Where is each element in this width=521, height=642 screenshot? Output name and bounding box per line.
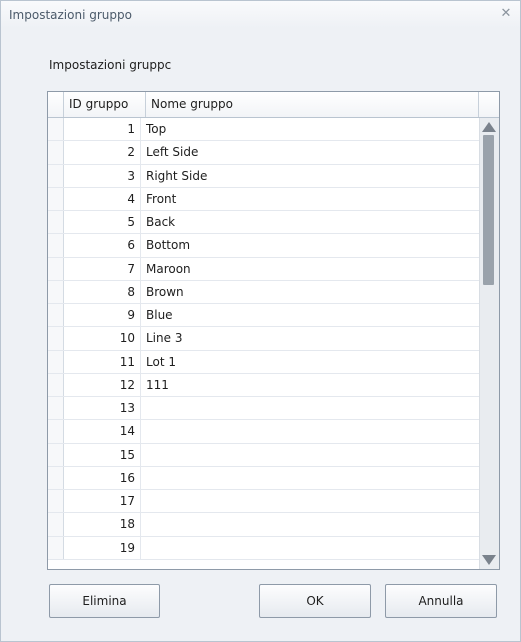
cell-group-id[interactable]: 9 xyxy=(64,304,141,327)
section-label: Impostazioni gruppc xyxy=(49,58,172,72)
cell-group-id[interactable]: 6 xyxy=(64,234,141,257)
row-selector[interactable] xyxy=(48,304,64,327)
row-selector[interactable] xyxy=(48,536,64,559)
row-selector[interactable] xyxy=(48,420,64,443)
table-row[interactable]: 2 Left Side xyxy=(48,141,479,165)
title-bar: Impostazioni gruppo ✕ xyxy=(1,1,520,28)
table-row[interactable]: 8 Brown xyxy=(48,280,479,304)
cell-group-id[interactable]: 1 xyxy=(64,118,141,141)
window-title: Impostazioni gruppo xyxy=(9,8,132,22)
cell-group-name[interactable]: Brown xyxy=(146,281,184,303)
cell-group-id[interactable]: 13 xyxy=(64,397,141,420)
cell-group-id[interactable]: 14 xyxy=(64,420,141,443)
column-header-name[interactable]: Nome gruppo xyxy=(146,92,479,117)
table-row[interactable]: 6 Bottom xyxy=(48,234,479,258)
scrollbar-thumb[interactable] xyxy=(483,135,494,285)
table-row[interactable]: 16 xyxy=(48,466,479,490)
table-row[interactable]: 7 Maroon xyxy=(48,257,479,281)
row-selector[interactable] xyxy=(48,327,64,350)
table-row[interactable]: 9 Blue xyxy=(48,304,479,328)
row-selector[interactable] xyxy=(48,211,64,234)
table-header: ID gruppo Nome gruppo xyxy=(48,92,499,118)
scroll-down-arrow-icon[interactable] xyxy=(482,555,496,565)
table-row[interactable]: 17 xyxy=(48,490,479,514)
cell-group-id[interactable]: 12 xyxy=(64,373,141,396)
row-selector[interactable] xyxy=(48,397,64,420)
cell-group-name[interactable]: 111 xyxy=(146,374,169,396)
row-selector[interactable] xyxy=(48,373,64,396)
close-icon[interactable]: ✕ xyxy=(498,6,514,22)
row-selector[interactable] xyxy=(48,443,64,466)
row-selector[interactable] xyxy=(48,118,64,141)
cell-group-name[interactable]: Maroon xyxy=(146,258,191,280)
scroll-up-arrow-icon[interactable] xyxy=(482,122,496,132)
table-row[interactable]: 4 Front xyxy=(48,187,479,211)
table-row[interactable]: 5 Back xyxy=(48,211,479,235)
groups-table: ID gruppo Nome gruppo 1 Top 2 Left Side 3 Rig… xyxy=(47,91,500,570)
cell-group-name[interactable]: Lot 1 xyxy=(146,351,176,373)
column-header-id[interactable]: ID gruppo xyxy=(64,92,146,117)
cell-group-name[interactable]: Front xyxy=(146,188,176,210)
cell-group-name[interactable]: Left Side xyxy=(146,141,198,163)
delete-button[interactable]: Elimina xyxy=(49,584,160,618)
table-row[interactable]: 1 Top xyxy=(48,118,479,142)
row-selector[interactable] xyxy=(48,234,64,257)
cell-group-id[interactable]: 17 xyxy=(64,490,141,513)
ok-button[interactable]: OK xyxy=(259,584,371,618)
row-selector[interactable] xyxy=(48,490,64,513)
table-row[interactable]: 15 xyxy=(48,443,479,467)
cell-group-id[interactable]: 10 xyxy=(64,327,141,350)
table-row[interactable]: 11 Lot 1 xyxy=(48,350,479,374)
cell-group-id[interactable]: 4 xyxy=(64,187,141,210)
row-selector-header xyxy=(48,92,64,117)
group-settings-dialog: Impostazioni gruppo ✕ Impostazioni grupp… xyxy=(0,0,521,642)
table-row[interactable]: 12 111 xyxy=(48,373,479,397)
table-row[interactable]: 14 xyxy=(48,420,479,444)
table-body: 1 Top 2 Left Side 3 Right Side 4 Front 5 Back 6 Bot… xyxy=(48,118,479,560)
row-selector[interactable] xyxy=(48,187,64,210)
cell-group-name[interactable]: Line 3 xyxy=(146,327,182,349)
row-selector[interactable] xyxy=(48,280,64,303)
cell-group-id[interactable]: 19 xyxy=(64,536,141,559)
cell-group-id[interactable]: 2 xyxy=(64,141,141,164)
cell-group-name[interactable]: Right Side xyxy=(146,165,207,187)
row-selector[interactable] xyxy=(48,513,64,536)
cell-group-id[interactable]: 16 xyxy=(64,466,141,489)
cell-group-id[interactable]: 15 xyxy=(64,443,141,466)
cell-group-name[interactable]: Top xyxy=(146,118,166,140)
cell-group-id[interactable]: 8 xyxy=(64,280,141,303)
row-selector[interactable] xyxy=(48,466,64,489)
cell-group-name[interactable]: Back xyxy=(146,211,175,233)
row-selector[interactable] xyxy=(48,257,64,280)
table-row[interactable]: 19 xyxy=(48,536,479,560)
row-selector[interactable] xyxy=(48,350,64,373)
cell-group-id[interactable]: 3 xyxy=(64,164,141,187)
cancel-button[interactable]: Annulla xyxy=(385,584,497,618)
table-row[interactable]: 18 xyxy=(48,513,479,537)
cell-group-id[interactable]: 11 xyxy=(64,350,141,373)
table-row[interactable]: 3 Right Side xyxy=(48,164,479,188)
row-selector[interactable] xyxy=(48,164,64,187)
cell-group-id[interactable]: 18 xyxy=(64,513,141,536)
table-row[interactable]: 13 xyxy=(48,397,479,421)
vertical-scrollbar[interactable] xyxy=(479,118,499,569)
table-row[interactable]: 10 Line 3 xyxy=(48,327,479,351)
cell-group-name[interactable]: Blue xyxy=(146,304,173,326)
cell-group-id[interactable]: 7 xyxy=(64,257,141,280)
row-selector[interactable] xyxy=(48,141,64,164)
cell-group-name[interactable]: Bottom xyxy=(146,234,190,256)
cell-group-id[interactable]: 5 xyxy=(64,211,141,234)
